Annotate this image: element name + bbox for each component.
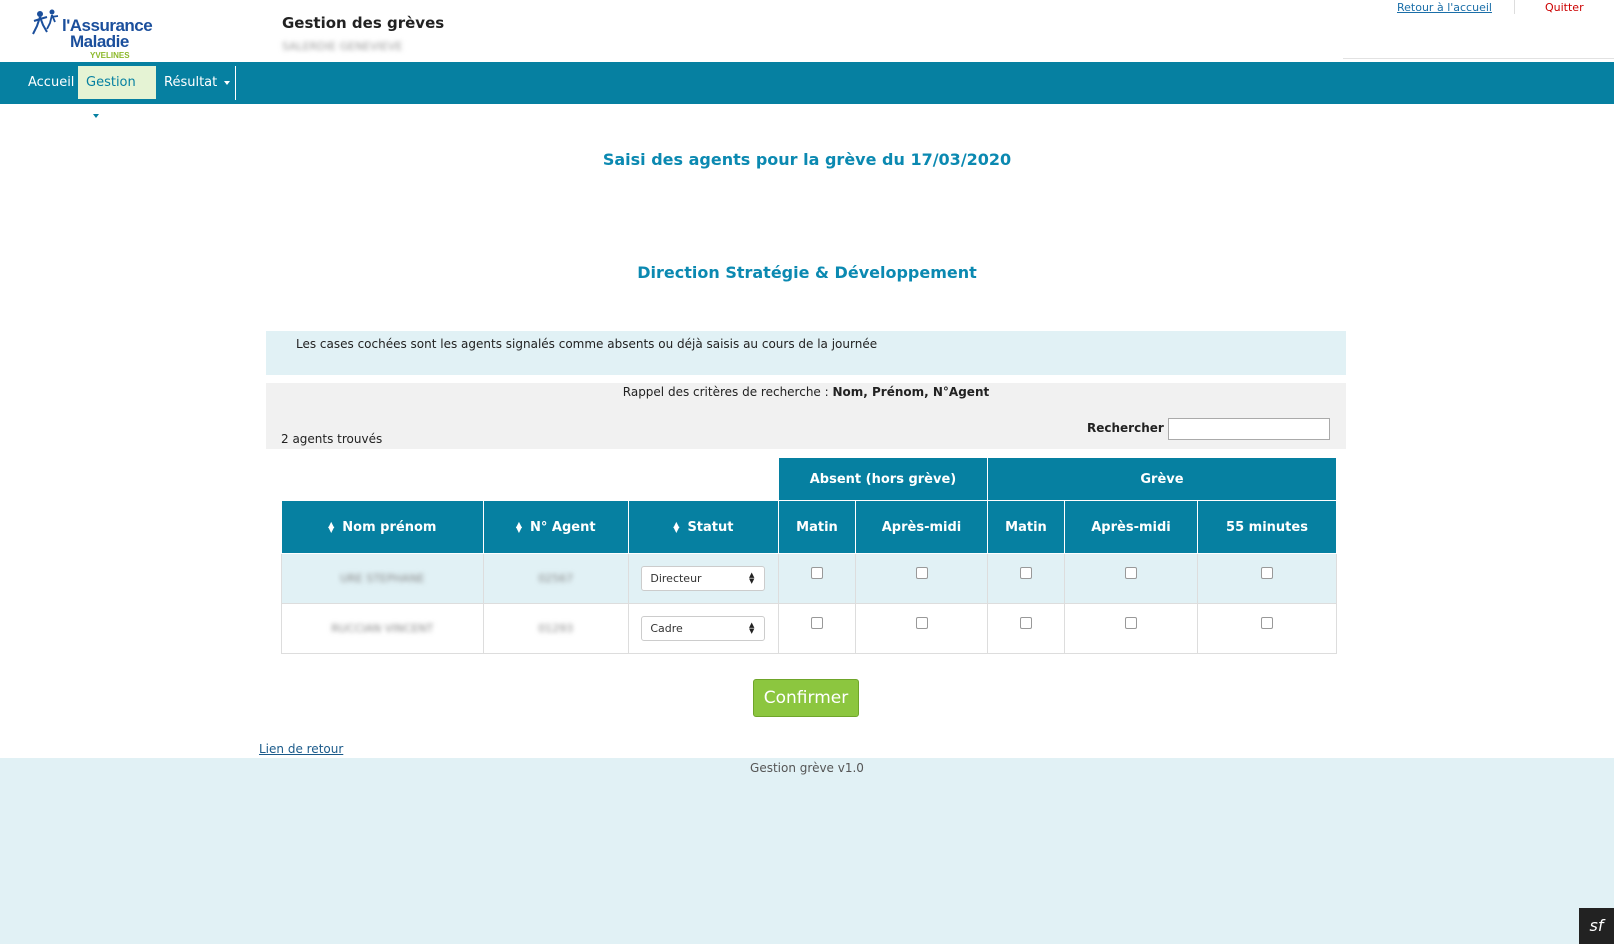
table-group-header-row: Absent (hors grève) Grève xyxy=(281,457,1337,501)
col-header-statut[interactable]: ▲ ▼ Statut xyxy=(627,500,780,554)
col-header-greve-apres-midi: Après-midi xyxy=(1064,500,1198,554)
footer-version: Gestion grève v1.0 xyxy=(750,761,864,775)
col-header-greve-matin: Matin xyxy=(987,500,1065,554)
group-header-greve: Grève xyxy=(987,457,1337,501)
cell-checkbox xyxy=(1064,603,1198,654)
section-title: Direction Stratégie & Développement xyxy=(637,263,977,282)
app-title: Gestion des grèves xyxy=(282,14,445,32)
absent-apres-midi-checkbox[interactable] xyxy=(915,566,928,579)
statut-select[interactable]: Cadre ▲ ▼ xyxy=(641,616,766,641)
nav-gestion-label: Gestion xyxy=(86,75,136,90)
cell-nom: URE STEPHANE xyxy=(281,553,484,604)
select-arrows-icon: ▲ ▼ xyxy=(748,571,755,585)
greve-matin-checkbox[interactable] xyxy=(1020,616,1032,629)
statut-value: Cadre xyxy=(650,622,683,635)
absent-matin-checkbox[interactable] xyxy=(811,566,823,579)
absent-matin-checkbox[interactable] xyxy=(811,616,823,629)
sort-icon: ▲ ▼ xyxy=(328,520,335,534)
header-divider xyxy=(1514,0,1515,14)
criteria-recap: Rappel des critères de recherche : Nom, … xyxy=(266,385,1346,399)
agent-name: RUCCIAN VINCENT xyxy=(331,622,434,635)
col-statut-label: Statut xyxy=(687,519,734,535)
logo-line2: Maladie xyxy=(70,32,129,51)
logo-line3: YVELINES xyxy=(90,51,130,60)
back-link[interactable]: Lien de retour xyxy=(259,742,343,756)
cell-nom: RUCCIAN VINCENT xyxy=(281,603,484,654)
search-input[interactable] xyxy=(1168,418,1330,440)
cell-checkbox xyxy=(855,603,988,654)
col-agent-label: N° Agent xyxy=(529,519,596,535)
quit-link[interactable]: Quitter xyxy=(1545,1,1584,14)
greve-matin-checkbox[interactable] xyxy=(1020,566,1032,579)
info-text: Les cases cochées sont les agents signal… xyxy=(296,337,878,351)
caret-down-icon xyxy=(93,113,99,118)
agent-number: 01293 xyxy=(538,622,574,635)
table-header-row: ▲ ▼ Nom prénom ▲ ▼ N° Agent ▲ ▼ Statut Matin A… xyxy=(281,500,1337,554)
table-row: URE STEPHANE 02567 Directeur ▲ ▼ xyxy=(281,553,1337,604)
nav-divider xyxy=(235,66,236,100)
sort-icon: ▲ ▼ xyxy=(515,520,522,534)
group-header-absent: Absent (hors grève) xyxy=(778,457,988,501)
caret-down-icon xyxy=(224,80,231,85)
page-title: Saisi des agents pour la grève du 17/03/… xyxy=(602,150,1012,169)
nav-resultat-dropdown[interactable]: Résultat xyxy=(156,66,238,99)
select-arrows-icon: ▲ ▼ xyxy=(748,621,755,635)
cell-checkbox xyxy=(1197,603,1337,654)
confirm-button[interactable]: Confirmer xyxy=(753,679,859,717)
greve-55-minutes-checkbox[interactable] xyxy=(1261,566,1273,579)
cell-checkbox xyxy=(1064,553,1198,604)
greve-apres-midi-checkbox[interactable] xyxy=(1125,616,1137,629)
cell-agent: 02567 xyxy=(482,553,629,604)
cell-statut: Directeur ▲ ▼ xyxy=(627,553,780,604)
cell-statut: Cadre ▲ ▼ xyxy=(627,603,780,654)
col-header-absent-apres-midi: Après-midi xyxy=(855,500,988,554)
cell-checkbox xyxy=(987,603,1065,654)
empty-header-cell xyxy=(281,457,779,501)
cell-checkbox xyxy=(778,603,856,654)
table-row: RUCCIAN VINCENT 01293 Cadre ▲ ▼ xyxy=(281,603,1337,654)
cell-agent: 01293 xyxy=(482,603,629,654)
col-header-greve-55-minutes: 55 minutes xyxy=(1197,500,1337,554)
greve-apres-midi-checkbox[interactable] xyxy=(1125,566,1137,579)
col-header-absent-matin: Matin xyxy=(778,500,856,554)
user-name: SALERDIE GENEVIEVE xyxy=(282,40,403,53)
assurance-maladie-logo[interactable]: l'Assurance Maladie YVELINES xyxy=(28,4,153,60)
statut-value: Directeur xyxy=(650,572,702,585)
info-box: Les cases cochées sont les agents signal… xyxy=(266,331,1346,375)
nav-resultat-label: Résultat xyxy=(164,75,218,90)
statut-select[interactable]: Directeur ▲ ▼ xyxy=(641,566,766,591)
footer: Gestion grève v1.0 sf xyxy=(0,758,1614,944)
symfony-toolbar-icon[interactable]: sf xyxy=(1579,908,1614,944)
search-criteria-box: Rappel des critères de recherche : Nom, … xyxy=(266,383,1346,449)
col-nom-label: Nom prénom xyxy=(342,519,437,535)
col-header-nom[interactable]: ▲ ▼ Nom prénom xyxy=(281,500,484,554)
greve-55-minutes-checkbox[interactable] xyxy=(1261,616,1273,629)
criteria-prefix: Rappel des critères de recherche : xyxy=(622,385,833,399)
home-link[interactable]: Retour à l'accueil xyxy=(1397,1,1492,14)
cell-checkbox xyxy=(987,553,1065,604)
nav-accueil[interactable]: Accueil xyxy=(20,66,82,99)
agents-table: Absent (hors grève) Grève ▲ ▼ Nom prénom ▲… xyxy=(281,457,1337,654)
cell-checkbox xyxy=(855,553,988,604)
cell-checkbox xyxy=(1197,553,1337,604)
search-label: Rechercher xyxy=(1087,421,1164,435)
main-navbar: Accueil Gestion Résultat xyxy=(0,62,1614,118)
agent-name: URE STEPHANE xyxy=(340,572,425,585)
top-header: l'Assurance Maladie YVELINES Gestion des… xyxy=(0,0,1614,62)
cell-checkbox xyxy=(778,553,856,604)
criteria-values: Nom, Prénom, N°Agent xyxy=(832,385,990,399)
col-header-agent[interactable]: ▲ ▼ N° Agent xyxy=(482,500,629,554)
nav-accueil-label: Accueil xyxy=(28,75,75,90)
sort-icon: ▲ ▼ xyxy=(673,520,680,534)
agent-number: 02567 xyxy=(538,572,574,585)
results-count: 2 agents trouvés xyxy=(281,432,383,446)
absent-apres-midi-checkbox[interactable] xyxy=(915,616,928,629)
nav-gestion-dropdown[interactable]: Gestion xyxy=(78,66,156,118)
header-underline xyxy=(1343,58,1614,59)
